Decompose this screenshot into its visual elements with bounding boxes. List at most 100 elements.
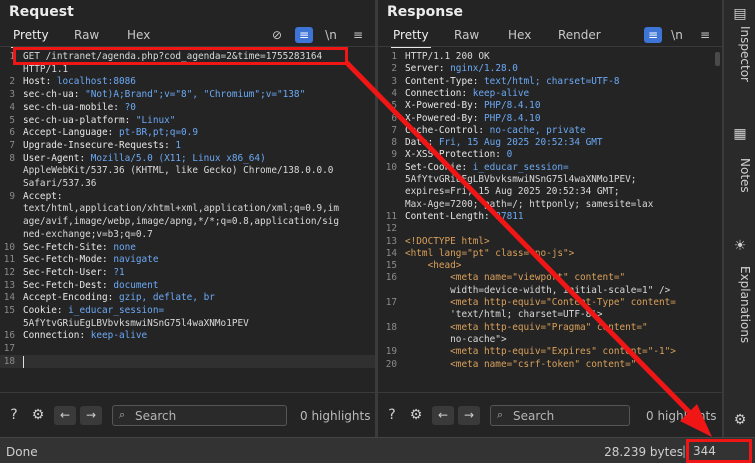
code-line[interactable]: 4 Connection: keep-alive — [378, 88, 714, 101]
code-line[interactable]: 11 Content-Length: 27811 — [378, 211, 714, 224]
response-search-input[interactable] — [513, 408, 623, 423]
eye-slash-icon[interactable]: ⊘ — [268, 27, 286, 43]
code-line[interactable]: 18 — [0, 356, 367, 369]
tab-response-hex[interactable]: Hex — [502, 25, 537, 46]
response-scrollbar[interactable] — [715, 52, 720, 66]
code-line[interactable]: 'text/html; charset=UTF-8'> — [378, 309, 714, 322]
code-line[interactable]: 19 <meta http-equiv="Expires" content="-… — [378, 346, 714, 359]
previous-match-button[interactable]: ← — [432, 406, 454, 425]
status-bar: Done 28.239 bytes | 344 millis — [0, 437, 755, 463]
code-line[interactable]: 13 <!DOCTYPE html> — [378, 236, 714, 249]
code-line[interactable]: 5AfYtvGRiuEgLBVbvksmwiNSnG75l4waXNMo1PEV… — [378, 174, 714, 187]
code-line[interactable]: 18 <meta http-equiv="Pragma" content=" — [378, 322, 714, 335]
code-line[interactable]: 11 Sec-Fetch-Mode: navigate — [0, 254, 367, 267]
previous-match-button[interactable]: ← — [54, 406, 76, 425]
next-match-button[interactable]: → — [458, 406, 480, 425]
line-number: 12 — [385, 223, 397, 235]
tab-response-pretty[interactable]: Pretty — [387, 25, 435, 48]
wrap-icon[interactable]: ≡ — [644, 27, 662, 43]
notes-icon[interactable]: ▦ — [730, 124, 750, 144]
code-line[interactable]: ned-exchange;v=b3;q=0.7 — [0, 229, 367, 242]
code-line[interactable]: 3 Content-Type: text/html; charset=UTF-8 — [378, 76, 714, 89]
code-line[interactable]: age/avif,image/webp,image/apng,*/*;q=0.8… — [0, 216, 367, 229]
code-line[interactable]: 5AfYtvGRiuEgLBVbvksmwiNSnG75l4waXNMo1PEV — [0, 318, 367, 331]
code-line[interactable]: 14 Accept-Encoding: gzip, deflate, br — [0, 292, 367, 305]
tab-request-hex[interactable]: Hex — [121, 25, 156, 46]
code-line[interactable]: 14 <html lang="pt" class="no-js"> — [378, 248, 714, 261]
code-line[interactable]: 6 X-Powered-By: PHP/8.4.10 — [378, 113, 714, 126]
sidebar-item-inspector[interactable]: Inspector — [728, 26, 752, 82]
text-cursor — [23, 355, 24, 368]
line-text: X-Powered-By: PHP/8.4.10 — [405, 100, 541, 112]
request-editor[interactable]: 1 GET /intranet/agenda.php?cod_agenda=2&t… — [0, 48, 375, 391]
code-line[interactable]: Max-Age=7200; path=/; httponly; samesite… — [378, 199, 714, 212]
line-text: Sec-Fetch-Site: none — [23, 241, 136, 253]
code-line[interactable]: 13 Sec-Fetch-Dest: document — [0, 280, 367, 293]
line-text: <meta http-equiv="Content-Type" content= — [405, 297, 676, 308]
code-line[interactable]: 9 Accept: — [0, 191, 367, 204]
menu-icon[interactable]: ≡ — [349, 27, 367, 43]
code-line[interactable]: 3 sec-ch-ua: "Not)A;Brand";v="8", "Chromi… — [0, 89, 367, 102]
tab-response-render[interactable]: Render — [552, 25, 607, 46]
code-line[interactable]: 2 Server: nginx/1.28.0 — [378, 63, 714, 76]
code-line[interactable]: width=device-width, initial-scale=1" /> — [378, 285, 714, 298]
code-line[interactable]: expires=Fri, 15 Aug 2025 20:52:34 GMT; — [378, 186, 714, 199]
tab-response-raw[interactable]: Raw — [448, 25, 485, 46]
code-line[interactable]: 10 Set-Cookie: i_educar_session= — [378, 162, 714, 175]
code-line[interactable]: 4 sec-ch-ua-mobile: ?0 — [0, 102, 367, 115]
gear-icon[interactable]: ⚙ — [730, 410, 750, 430]
status-text: Done — [6, 445, 38, 459]
code-line[interactable]: 7 Upgrade-Insecure-Requests: 1 — [0, 140, 367, 153]
code-line[interactable]: 12 — [378, 223, 714, 236]
gear-icon[interactable]: ⚙ — [28, 405, 48, 425]
tab-request-pretty[interactable]: Pretty — [7, 25, 55, 48]
code-line[interactable]: 1 HTTP/1.1 200 OK — [378, 51, 714, 64]
help-icon[interactable]: ? — [4, 405, 24, 425]
code-line[interactable]: HTTP/1.1 — [0, 64, 367, 77]
tab-request-raw[interactable]: Raw — [68, 25, 105, 46]
menu-icon[interactable]: ≡ — [696, 27, 714, 43]
line-text: age/avif,image/webp,image/apng,*/*;q=0.8… — [23, 216, 340, 228]
lightbulb-icon[interactable]: ☀ — [730, 236, 750, 256]
request-search-input[interactable] — [135, 408, 275, 423]
help-icon[interactable]: ? — [382, 405, 402, 425]
response-search-box[interactable]: ⌕ — [490, 405, 630, 426]
code-line[interactable]: 9 X-XSS-Protection: 0 — [378, 149, 714, 162]
code-line[interactable]: 5 X-Powered-By: PHP/8.4.10 — [378, 100, 714, 113]
newline-icon[interactable]: \n — [668, 27, 686, 43]
highlight-box-request-line — [13, 47, 348, 65]
code-line[interactable]: 2 Host: localhost:8086 — [0, 76, 367, 89]
code-line[interactable]: Safari/537.36 — [0, 178, 367, 191]
code-line[interactable]: 8 User-Agent: Mozilla/5.0 (X11; Linux x86… — [0, 153, 367, 166]
code-line[interactable]: 17 — [0, 343, 367, 356]
inspector-icon[interactable]: ▤ — [730, 4, 750, 24]
sidebar-item-explanations[interactable]: Explanations — [728, 266, 752, 343]
response-editor[interactable]: 1 HTTP/1.1 200 OK 2 Server: nginx/1.28.0 3 Co… — [378, 48, 722, 391]
code-line[interactable]: no-cache"> — [378, 334, 714, 347]
newline-icon[interactable]: \n — [322, 27, 340, 43]
sidebar-item-notes[interactable]: Notes — [728, 158, 752, 193]
line-number: 6 — [391, 112, 397, 124]
code-line[interactable]: 12 Sec-Fetch-User: ?1 — [0, 267, 367, 280]
code-line[interactable]: AppleWebKit/537.36 (KHTML, like Gecko) C… — [0, 165, 367, 178]
gear-icon[interactable]: ⚙ — [406, 405, 426, 425]
code-line[interactable]: 7 Cache-Control: no-cache, private — [378, 125, 714, 138]
code-line[interactable]: 5 sec-ch-ua-platform: "Linux" — [0, 115, 367, 128]
line-text: text/html,application/xhtml+xml,applicat… — [23, 203, 340, 215]
line-number: 3 — [9, 89, 15, 101]
response-title: Response — [387, 4, 464, 20]
code-line[interactable]: 20 <meta name="csrf-token" content=" — [378, 359, 714, 372]
code-line[interactable]: 10 Sec-Fetch-Site: none — [0, 242, 367, 255]
code-line[interactable]: 15 Cookie: i_educar_session= — [0, 305, 367, 318]
code-line[interactable]: 16 Connection: keep-alive — [0, 330, 367, 343]
code-line[interactable]: 15 <head> — [378, 260, 714, 273]
wrap-icon[interactable]: ≡ — [295, 27, 313, 43]
code-line[interactable]: 6 Accept-Language: pt-BR,pt;q=0.9 — [0, 127, 367, 140]
code-line[interactable]: 17 <meta http-equiv="Content-Type" conte… — [378, 297, 714, 310]
code-line[interactable]: 8 Date: Fri, 15 Aug 2025 20:52:34 GMT — [378, 137, 714, 150]
code-line[interactable]: text/html,application/xhtml+xml,applicat… — [0, 203, 367, 216]
next-match-button[interactable]: → — [80, 406, 102, 425]
line-text: User-Agent: Mozilla/5.0 (X11; Linux x86_… — [23, 152, 266, 164]
request-search-box[interactable]: ⌕ — [112, 405, 287, 426]
code-line[interactable]: 16 <meta name="viewport" content=" — [378, 272, 714, 285]
